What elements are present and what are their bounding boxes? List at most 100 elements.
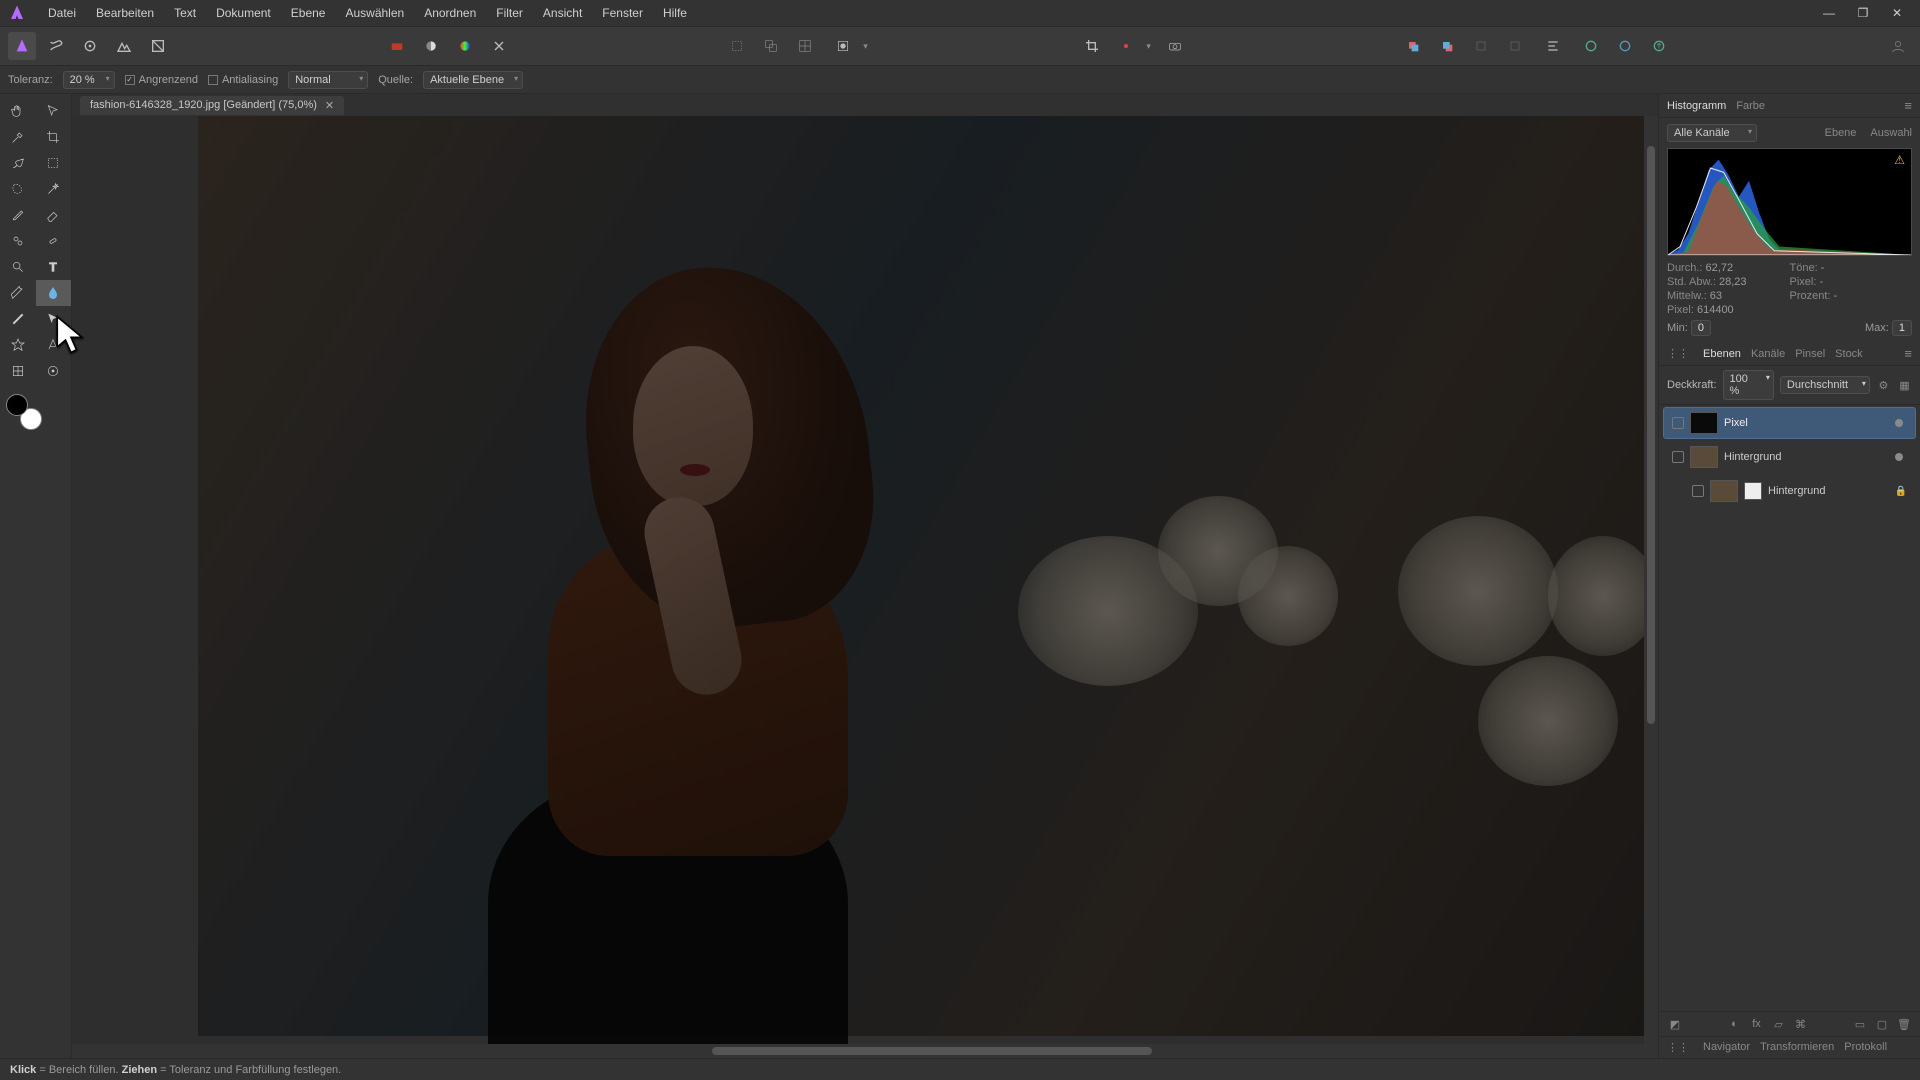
freehand-select-tool-icon[interactable] xyxy=(0,176,36,202)
layer-name[interactable]: Hintergrund xyxy=(1768,485,1889,497)
layer-mask-icon[interactable]: ◩ xyxy=(1667,1016,1683,1032)
dodge-tool-icon[interactable] xyxy=(0,254,36,280)
layer-visibility-checkbox[interactable] xyxy=(1672,417,1684,429)
mesh-tool-icon[interactable] xyxy=(0,358,36,384)
text-tool-icon[interactable] xyxy=(36,254,72,280)
layer-vis-dot-icon[interactable] xyxy=(1895,453,1903,461)
color-wheel-icon[interactable] xyxy=(451,32,479,60)
panel-drag-icon[interactable]: ⋮⋮ xyxy=(1667,347,1689,360)
artistic-text-tool-icon[interactable] xyxy=(36,332,72,358)
color-swatch[interactable] xyxy=(6,394,42,430)
window-minimize-icon[interactable]: — xyxy=(1820,4,1838,22)
tab-color[interactable]: Farbe xyxy=(1736,100,1765,112)
selection-none-icon[interactable] xyxy=(723,32,751,60)
layer-name[interactable]: Pixel xyxy=(1724,417,1889,429)
menu-filter[interactable]: Filter xyxy=(486,2,533,24)
menu-ebene[interactable]: Ebene xyxy=(281,2,336,24)
chevron-down-icon[interactable]: ▾ xyxy=(863,41,868,52)
tab-channels[interactable]: Kanäle xyxy=(1751,348,1785,360)
close-tab-icon[interactable]: ✕ xyxy=(325,99,334,112)
channel-dropdown[interactable]: Alle Kanäle xyxy=(1667,124,1757,142)
blendmode-dropdown[interactable]: Normal xyxy=(288,71,368,89)
foreground-color-swatch[interactable] xyxy=(6,394,28,416)
layer-visibility-checkbox[interactable] xyxy=(1672,451,1684,463)
align-icon[interactable] xyxy=(1539,32,1567,60)
target-tool-icon[interactable] xyxy=(36,358,72,384)
magicwand-tool-icon[interactable] xyxy=(36,176,72,202)
clone-tool-icon[interactable] xyxy=(0,228,36,254)
canvas[interactable] xyxy=(72,116,1658,1058)
tab-layers[interactable]: Ebenen xyxy=(1703,348,1741,360)
tab-stock[interactable]: Stock xyxy=(1835,348,1863,360)
arrange-back-icon[interactable] xyxy=(1433,32,1461,60)
node-tool-icon[interactable] xyxy=(36,306,72,332)
panel-menu-icon[interactable]: ≡ xyxy=(1904,98,1912,113)
hand-tool-icon[interactable] xyxy=(0,98,36,124)
histo-min-value[interactable]: 0 xyxy=(1691,320,1711,336)
menu-fenster[interactable]: Fenster xyxy=(592,2,653,24)
lock-icon[interactable]: 🔒 xyxy=(1895,486,1907,497)
greyscale-icon[interactable] xyxy=(417,32,445,60)
source-dropdown[interactable]: Aktuelle Ebene xyxy=(423,71,523,89)
sync-green-icon[interactable] xyxy=(1577,32,1605,60)
panel-drag-icon[interactable]: ⋮⋮ xyxy=(1667,1041,1689,1054)
layer-crop-icon[interactable]: ▱ xyxy=(1771,1016,1787,1032)
selection-add-icon[interactable] xyxy=(757,32,785,60)
layer-add-icon[interactable]: ▢ xyxy=(1874,1016,1890,1032)
gear-icon[interactable]: ⚙ xyxy=(1876,377,1891,393)
canvas-horizontal-scrollbar[interactable] xyxy=(72,1044,1658,1058)
canvas-vertical-scrollbar[interactable] xyxy=(1644,116,1658,1044)
opacity-dropdown[interactable]: 100 % xyxy=(1723,370,1774,400)
layer-name[interactable]: Hintergrund xyxy=(1724,451,1889,463)
menu-hilfe[interactable]: Hilfe xyxy=(653,2,697,24)
camera-icon[interactable] xyxy=(1161,32,1189,60)
sync-up-icon[interactable] xyxy=(1645,32,1673,60)
persona-tonemap-icon[interactable] xyxy=(110,32,138,60)
layer-group-icon[interactable]: ▭ xyxy=(1852,1016,1868,1032)
menu-anordnen[interactable]: Anordnen xyxy=(414,2,486,24)
tab-histogram[interactable]: Histogramm xyxy=(1667,100,1726,112)
layer-row[interactable]: Hintergrund xyxy=(1663,441,1916,473)
histo-scope-selection[interactable]: Auswahl xyxy=(1870,127,1912,139)
checker-icon[interactable]: ▦ xyxy=(1897,377,1912,393)
antialias-checkbox[interactable]: Antialiasing xyxy=(208,74,278,86)
chevron-down-icon[interactable]: ▾ xyxy=(1146,41,1151,52)
layer-delete-icon[interactable]: 🗑 xyxy=(1896,1016,1912,1032)
tab-navigator[interactable]: Navigator xyxy=(1703,1041,1750,1054)
crop-icon[interactable] xyxy=(1078,32,1106,60)
window-close-icon[interactable]: ✕ xyxy=(1888,4,1906,22)
layers-menu-icon[interactable]: ≡ xyxy=(1904,346,1912,361)
tab-transform[interactable]: Transformieren xyxy=(1760,1041,1834,1054)
histo-scope-layer[interactable]: Ebene xyxy=(1825,127,1857,139)
autolevels-icon[interactable] xyxy=(485,32,513,60)
contiguous-checkbox[interactable]: ✓Angrenzend xyxy=(125,74,198,86)
layer-adjust-icon[interactable]: ◐ xyxy=(1727,1016,1743,1032)
arrange-dim2-icon[interactable] xyxy=(1501,32,1529,60)
layer-vis-dot-icon[interactable] xyxy=(1895,419,1903,427)
tolerance-dropdown[interactable]: 20 % xyxy=(63,71,115,89)
layer-blend-dropdown[interactable]: Durchschnitt xyxy=(1780,376,1870,394)
tab-history[interactable]: Protokoll xyxy=(1844,1041,1887,1054)
tab-brushes[interactable]: Pinsel xyxy=(1795,348,1825,360)
selection-grid-icon[interactable] xyxy=(791,32,819,60)
histo-max-value[interactable]: 1 xyxy=(1892,320,1912,336)
menu-auswaehlen[interactable]: Auswählen xyxy=(335,2,414,24)
account-icon[interactable] xyxy=(1884,32,1912,60)
persona-photo-icon[interactable] xyxy=(8,32,36,60)
shape-tool-icon[interactable] xyxy=(0,332,36,358)
menu-datei[interactable]: Datei xyxy=(38,2,86,24)
layer-row[interactable]: Pixel xyxy=(1663,407,1916,439)
menu-dokument[interactable]: Dokument xyxy=(206,2,281,24)
menu-bearbeiten[interactable]: Bearbeiten xyxy=(86,2,164,24)
layer-visibility-checkbox[interactable] xyxy=(1692,485,1704,497)
menu-text[interactable]: Text xyxy=(164,2,206,24)
layer-fx-icon[interactable]: fx xyxy=(1749,1016,1765,1032)
resize-icon[interactable] xyxy=(1112,32,1140,60)
arrange-front-icon[interactable] xyxy=(1399,32,1427,60)
pen-tool-icon[interactable] xyxy=(0,280,36,306)
document-tab[interactable]: fashion-6146328_1920.jpg [Geändert] (75,… xyxy=(80,96,344,115)
layer-row[interactable]: Hintergrund 🔒 xyxy=(1683,475,1916,507)
floodfill-tool-icon[interactable] xyxy=(36,280,72,306)
move-tool-icon[interactable] xyxy=(36,98,72,124)
persona-develop-icon[interactable] xyxy=(76,32,104,60)
